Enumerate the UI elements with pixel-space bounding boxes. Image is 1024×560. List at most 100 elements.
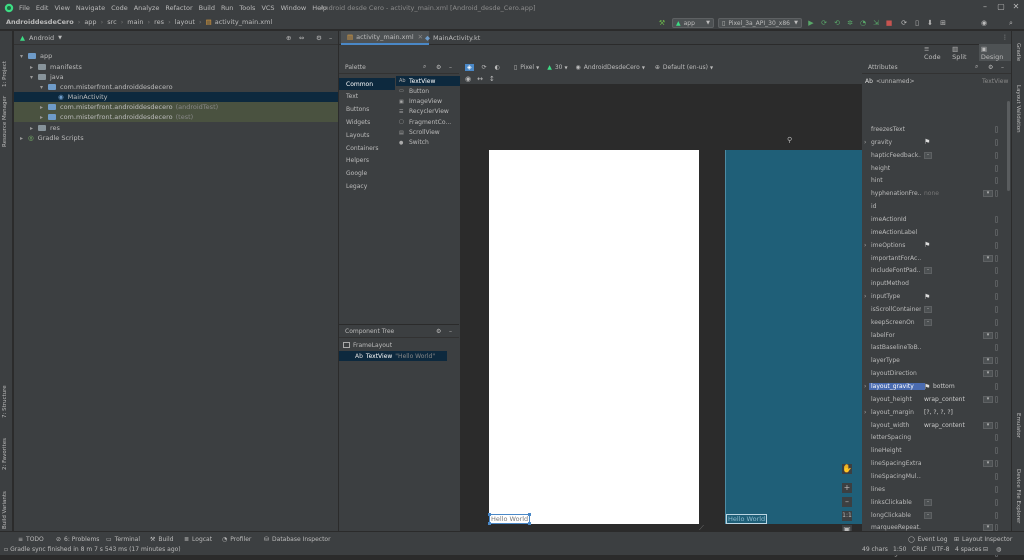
blueprint-toggle-icon[interactable]: ◈ xyxy=(465,64,474,71)
resource-picker-icon[interactable] xyxy=(995,293,998,301)
resource-picker-icon[interactable] xyxy=(995,434,998,442)
attribute-row[interactable]: freezesText xyxy=(862,123,1011,136)
resource-picker-icon[interactable] xyxy=(995,331,998,339)
locale-dropdown[interactable]: Default (en-us) xyxy=(663,64,708,71)
attribute-row[interactable]: › imeOptions ⚑ xyxy=(862,239,1011,252)
attribute-row[interactable]: layerType ▾ xyxy=(862,354,1011,367)
design-preview[interactable]: Hello World xyxy=(488,150,699,525)
bool-select[interactable]: – xyxy=(924,151,932,159)
tree-node-textview[interactable]: Ab TextView "Hello World" xyxy=(339,351,447,361)
expand-chevron-icon[interactable]: ▸ xyxy=(30,125,38,132)
chevron-down-icon[interactable]: ▾ xyxy=(983,395,993,403)
avd-manager-icon[interactable]: ▯ xyxy=(913,18,921,28)
expand-chevron-icon[interactable]: ▾ xyxy=(40,84,48,91)
breadcrumb-item[interactable]: res xyxy=(154,18,164,26)
resource-picker-icon[interactable] xyxy=(995,383,998,390)
stop-icon[interactable]: ■ xyxy=(885,18,893,28)
project-tool-tab[interactable]: 1: Project xyxy=(2,37,8,87)
bool-select[interactable]: – xyxy=(924,318,932,326)
attribute-row[interactable]: › layout_margin [?, ?, ?, ?] xyxy=(862,406,1011,419)
resize-handle[interactable] xyxy=(488,522,491,525)
attribute-row[interactable]: id xyxy=(862,200,1011,213)
resource-picker-icon[interactable] xyxy=(995,421,998,429)
attribute-row[interactable]: imeActionLabel xyxy=(862,226,1011,239)
resource-picker-icon[interactable] xyxy=(995,254,998,262)
lock-icon[interactable]: ⊟ xyxy=(983,546,988,553)
bool-select[interactable]: – xyxy=(924,267,932,275)
hide-icon[interactable]: – xyxy=(449,64,452,71)
palette-item[interactable]: ▭ Button xyxy=(396,86,429,96)
night-mode-icon[interactable]: ◐ xyxy=(495,64,500,71)
sdk-manager-icon[interactable]: ⬇ xyxy=(926,18,934,28)
device-select[interactable]: ▯ Pixel_3a_API_30_x86 ▼ xyxy=(718,18,802,28)
project-view-select[interactable]: Android xyxy=(29,34,54,42)
build-hammer-icon[interactable]: ⚒ xyxy=(658,18,666,28)
layout-inspector-icon[interactable]: ⊞ xyxy=(939,18,947,28)
attach-debugger-icon[interactable]: ⇲ xyxy=(872,18,880,28)
tree-node-framelayout[interactable]: FrameLayout xyxy=(343,340,392,350)
pan-hand-icon[interactable]: ✋ xyxy=(842,464,852,474)
sync-gradle-icon[interactable]: ⟳ xyxy=(900,18,908,28)
orientation-icon[interactable]: ⟳ xyxy=(482,64,487,71)
chevron-down-icon[interactable]: ▾ xyxy=(983,460,993,468)
resource-picker-icon[interactable] xyxy=(995,472,998,480)
api-dropdown[interactable]: 30 xyxy=(555,64,563,71)
zoom-in-icon[interactable]: + xyxy=(842,483,852,493)
chevron-down-icon[interactable]: ▼ xyxy=(58,35,62,41)
attribute-row[interactable]: linksClickable – xyxy=(862,496,1011,509)
cursor-position[interactable]: 1:50 xyxy=(893,546,906,553)
resource-picker-icon[interactable] xyxy=(995,151,998,159)
project-tree-node[interactable]: ▾ app xyxy=(14,51,338,61)
expand-chevron-icon[interactable]: ▸ xyxy=(30,64,38,71)
menu-item[interactable]: Refactor xyxy=(165,4,192,12)
project-tree-node[interactable]: ▸ com.misterfront.androiddesdecero (androi… xyxy=(14,102,338,112)
attribute-row[interactable]: includeFontPad... – xyxy=(862,264,1011,277)
blueprint-textview[interactable]: Hello World xyxy=(726,514,768,524)
breadcrumb-item[interactable]: src xyxy=(107,18,117,26)
chevron-down-icon[interactable]: ▾ xyxy=(983,370,993,378)
attribute-row[interactable]: inputMethod xyxy=(862,277,1011,290)
gear-icon[interactable]: ⚙ xyxy=(316,34,322,42)
collapse-all-icon[interactable]: ⇔ xyxy=(299,34,304,42)
attribute-row[interactable]: isScrollContainer – xyxy=(862,303,1011,316)
apply-changes-icon[interactable]: ⟳ xyxy=(820,18,828,28)
horizontal-arrows-icon[interactable]: ↔ xyxy=(477,75,483,83)
attribute-value[interactable]: none xyxy=(924,190,939,197)
resource-picker-icon[interactable] xyxy=(995,498,998,506)
resource-picker-icon[interactable] xyxy=(995,395,998,403)
expand-chevron-icon[interactable]: ▾ xyxy=(20,53,28,60)
attribute-row[interactable]: lines xyxy=(862,483,1011,496)
gradle-tool-tab[interactable]: Gradle xyxy=(1015,43,1021,73)
palette-category[interactable]: Legacy xyxy=(339,180,395,192)
attribute-row[interactable]: › layout_gravity ⚑ bottom xyxy=(862,380,1011,393)
menu-item[interactable]: Run xyxy=(221,4,233,12)
attribute-value[interactable]: [?, ?, ?, ?] xyxy=(924,409,953,416)
resource-manager-tab[interactable]: Resource Manager xyxy=(2,87,8,147)
project-tree-node[interactable]: ▾ java xyxy=(14,72,338,82)
resource-picker-icon[interactable] xyxy=(995,511,998,519)
layout-inspector-tab[interactable]: ⊞ Layout Inspector xyxy=(954,535,1012,544)
run-icon[interactable]: ▶ xyxy=(807,18,815,28)
layout-validation-tab[interactable]: Layout Validation xyxy=(1015,85,1021,155)
hide-icon[interactable]: – xyxy=(1001,64,1004,71)
palette-item[interactable]: Ab TextView xyxy=(396,76,460,86)
expand-chevron-icon[interactable]: › xyxy=(864,139,866,146)
split-mode-button[interactable]: ▥ Split xyxy=(952,45,973,61)
resource-picker-icon[interactable] xyxy=(995,280,998,288)
bottom-tool-tab[interactable]: ▭ Terminal xyxy=(106,535,140,544)
breadcrumb-item[interactable]: main xyxy=(127,18,143,26)
resource-picker-icon[interactable] xyxy=(995,344,998,352)
phone-icon[interactable]: ▯ xyxy=(514,64,517,71)
attribute-row[interactable]: lineHeight xyxy=(862,444,1011,457)
resource-picker-icon[interactable] xyxy=(995,164,998,172)
attribute-row[interactable]: letterSpacing xyxy=(862,431,1011,444)
palette-item[interactable]: ▣ ImageView xyxy=(396,97,442,107)
attribute-row[interactable]: › gravity ⚑ xyxy=(862,136,1011,149)
attribute-row[interactable]: keepScreenOn – xyxy=(862,316,1011,329)
tab-main-activity[interactable]: ◆ MainActivity.kt xyxy=(419,31,486,45)
locate-icon[interactable]: ⊕ xyxy=(286,34,291,42)
line-separator[interactable]: CRLF xyxy=(912,546,927,553)
attribute-row[interactable]: height xyxy=(862,162,1011,175)
attribute-row[interactable]: imeActionId xyxy=(862,213,1011,226)
chevron-down-icon[interactable]: ▾ xyxy=(983,254,993,262)
